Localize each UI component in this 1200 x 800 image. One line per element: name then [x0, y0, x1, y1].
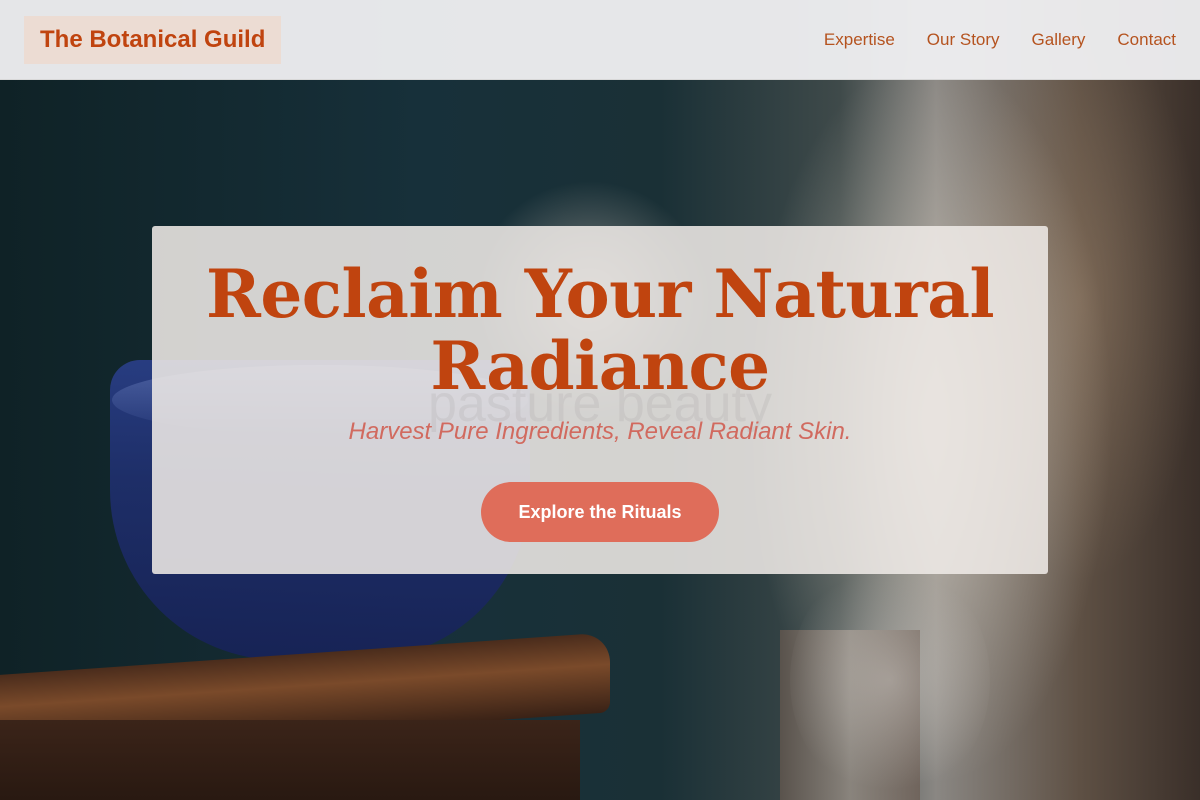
- wooden-table-base: [0, 720, 580, 800]
- site-header: The Botanical Guild Expertise Our Story …: [0, 0, 1200, 80]
- hero-card: pasture beauty Reclaim Your Natural Radi…: [152, 226, 1048, 574]
- explore-rituals-button[interactable]: Explore the Rituals: [481, 482, 719, 542]
- steam-plume-secondary: [790, 560, 990, 800]
- nav-link-expertise[interactable]: Expertise: [824, 30, 895, 50]
- nav-link-our-story[interactable]: Our Story: [927, 30, 1000, 50]
- hero-subtitle: Harvest Pure Ingredients, Reveal Radiant…: [348, 418, 852, 445]
- main-nav: Expertise Our Story Gallery Contact: [824, 0, 1176, 80]
- nav-link-contact[interactable]: Contact: [1117, 30, 1176, 50]
- brand-logo-link[interactable]: The Botanical Guild: [24, 16, 282, 64]
- hero-headline: Reclaim Your Natural Radiance: [205, 255, 995, 405]
- nav-link-gallery[interactable]: Gallery: [1032, 30, 1086, 50]
